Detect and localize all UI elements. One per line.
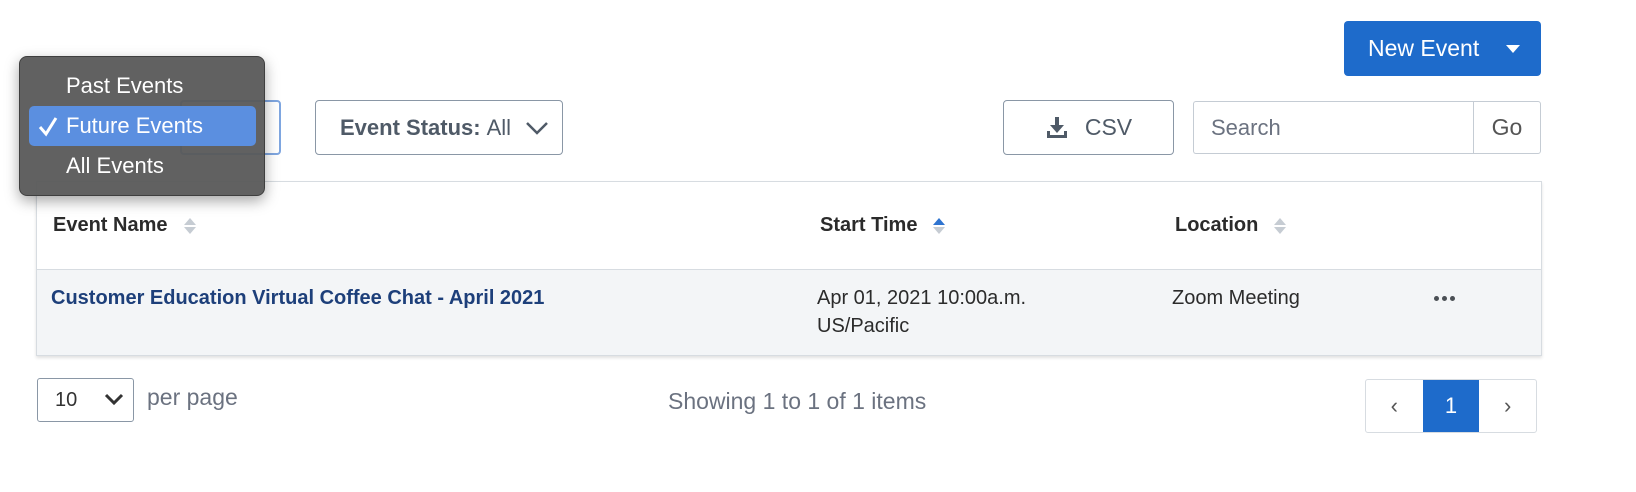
dropdown-option-future-events[interactable]: Future Events: [29, 106, 256, 146]
go-label: Go: [1491, 114, 1523, 140]
dropdown-option-past-events[interactable]: Past Events: [29, 66, 256, 106]
column-header-label: Location: [1175, 214, 1259, 236]
time-filter-dropdown: Past Events Future Events All Events: [19, 56, 265, 196]
showing-summary: Showing 1 to 1 of 1 items: [668, 388, 927, 414]
search-input[interactable]: [1193, 101, 1474, 154]
prev-page-button[interactable]: ‹: [1366, 380, 1423, 432]
start-time-date: Apr 01, 2021 10:00a.m.: [817, 287, 1027, 309]
dropdown-option-all-events[interactable]: All Events: [29, 146, 256, 186]
event-status-filter[interactable]: Event Status: All: [315, 100, 563, 155]
go-button[interactable]: Go: [1473, 101, 1541, 154]
per-page-value: 10: [55, 388, 78, 411]
table-row: [37, 270, 1541, 355]
pagination: ‹ 1 ›: [1365, 379, 1537, 433]
dropdown-option-label: Past Events: [66, 73, 184, 98]
location-cell: Zoom Meeting: [1172, 287, 1300, 309]
column-header-label: Event Name: [53, 214, 168, 236]
more-actions-icon[interactable]: [1434, 296, 1455, 301]
start-time-zone: US/Pacific: [817, 315, 910, 337]
column-header-location[interactable]: Location: [1175, 214, 1287, 237]
per-page-label: per page: [147, 384, 238, 410]
chevron-down-icon: [104, 393, 124, 406]
per-page-select[interactable]: 10: [37, 378, 134, 422]
download-icon: [1046, 116, 1067, 138]
caret-down-icon: [1506, 44, 1521, 53]
event-status-label: Event Status:: [340, 114, 481, 140]
new-event-button[interactable]: New Event: [1344, 21, 1541, 76]
column-header-label: Start Time: [820, 214, 918, 236]
chevron-down-icon: [526, 121, 548, 135]
sort-icon: [183, 217, 196, 234]
csv-export-button[interactable]: CSV: [1003, 100, 1174, 155]
next-page-button[interactable]: ›: [1479, 380, 1536, 432]
csv-label: CSV: [1084, 114, 1133, 140]
dropdown-option-label: All Events: [66, 153, 164, 178]
current-page-button[interactable]: 1: [1422, 380, 1480, 432]
checkmark-icon: [38, 117, 58, 137]
table-header: [37, 182, 1541, 270]
dropdown-option-label: Future Events: [66, 113, 203, 138]
event-name-link[interactable]: Customer Education Virtual Coffee Chat -…: [51, 284, 544, 312]
sort-icon: [1274, 217, 1287, 234]
new-event-label: New Event: [1368, 35, 1480, 61]
sort-ascending-icon: [933, 217, 946, 234]
event-status-value: All: [486, 114, 512, 140]
column-header-start-time[interactable]: Start Time: [820, 214, 946, 237]
column-header-event-name[interactable]: Event Name: [53, 214, 196, 237]
